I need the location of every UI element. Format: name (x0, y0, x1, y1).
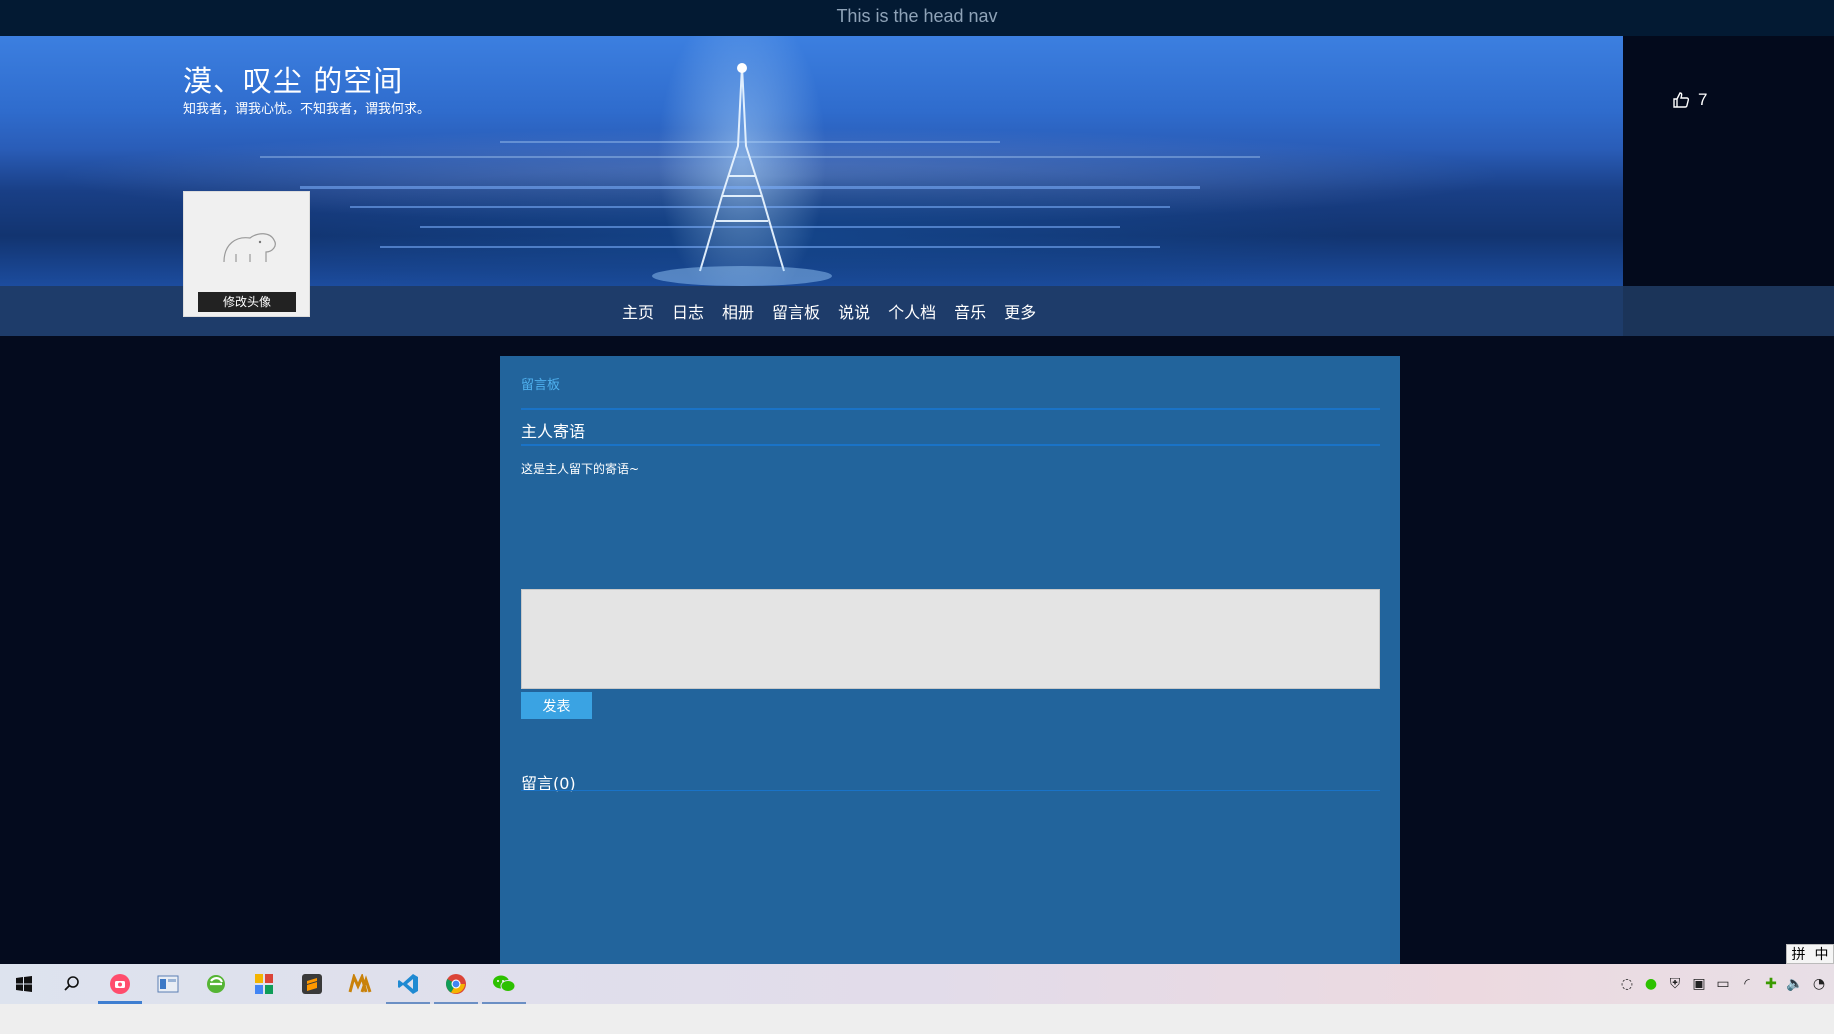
space-title: 漠、叹尘 的空间 (183, 64, 404, 98)
space-motto: 知我者，谓我心忧。不知我者，谓我何求。 (183, 102, 431, 117)
nav-album[interactable]: 相册 (722, 299, 754, 323)
ime-indicator[interactable]: 拼 中 (1786, 944, 1834, 964)
nav-profile[interactable]: 个人档 (888, 299, 936, 323)
like-button[interactable]: 7 (1672, 90, 1707, 110)
battery-icon[interactable]: ▭ (1714, 976, 1732, 992)
like-count: 7 (1698, 90, 1708, 109)
post-button[interactable]: 发表 (521, 692, 592, 719)
breadcrumb[interactable]: 留言板 (521, 374, 560, 393)
nav-home[interactable]: 主页 (622, 299, 654, 323)
ime-language[interactable]: 中 (1815, 944, 1829, 964)
volume-icon[interactable]: 🔈 (1786, 976, 1804, 992)
file-explorer-icon[interactable] (144, 964, 192, 1004)
mx-app-icon[interactable] (336, 964, 384, 1004)
system-tray: ◌ ● ⛨ ▣ ▭ ◜ ✚ 🔈 ◔ (1618, 964, 1834, 1004)
nav-side (1623, 286, 1834, 336)
tray-wechat-icon[interactable]: ● (1642, 976, 1660, 992)
nav-blog[interactable]: 日志 (672, 299, 704, 323)
change-avatar-button[interactable]: 修改头像 (198, 292, 296, 312)
host-message-text: 这是主人留下的寄语~ (521, 462, 640, 476)
divider (521, 444, 1380, 446)
thumbs-up-icon (1673, 92, 1690, 108)
wifi-icon[interactable]: ◜ (1738, 976, 1756, 992)
vscode-icon[interactable] (384, 964, 432, 1004)
security-shield-icon[interactable]: ⛨ (1666, 976, 1684, 992)
nav-more[interactable]: 更多 (1004, 299, 1036, 323)
chrome-icon[interactable] (432, 964, 480, 1004)
avatar-placeholder-icon (223, 233, 276, 263)
banner-side (1623, 36, 1834, 286)
message-input[interactable] (521, 589, 1380, 689)
app-store-icon[interactable] (240, 964, 288, 1004)
ime-layout[interactable]: 拼 (1792, 944, 1806, 964)
nav-message-board[interactable]: 留言板 (772, 299, 820, 323)
divider (521, 790, 1380, 791)
windows-start-icon[interactable] (0, 964, 48, 1004)
tray-app-icon[interactable]: ◌ (1618, 976, 1636, 992)
host-message-title: 主人寄语 (521, 422, 586, 441)
head-nav: This is the head nav (0, 0, 1834, 36)
divider (521, 408, 1380, 410)
tray-update-icon[interactable]: ✚ (1762, 976, 1780, 992)
notification-icon[interactable]: ◔ (1810, 976, 1828, 992)
tray-window-icon[interactable]: ▣ (1690, 976, 1708, 992)
search-icon[interactable] (48, 964, 96, 1004)
nav-music[interactable]: 音乐 (954, 299, 986, 323)
screen-recorder-icon[interactable] (96, 964, 144, 1004)
sublime-text-icon[interactable] (288, 964, 336, 1004)
bottom-strip (0, 1004, 1834, 1034)
taskbar: ◌ ● ⛨ ▣ ▭ ◜ ✚ 🔈 ◔ (0, 964, 1834, 1004)
ie-browser-icon[interactable] (192, 964, 240, 1004)
wechat-icon[interactable] (480, 964, 528, 1004)
message-board-panel: 留言板 主人寄语 这是主人留下的寄语~ 发表 留言(0) (500, 356, 1400, 968)
avatar[interactable]: 修改头像 (183, 191, 310, 317)
nav-moments[interactable]: 说说 (838, 299, 870, 323)
